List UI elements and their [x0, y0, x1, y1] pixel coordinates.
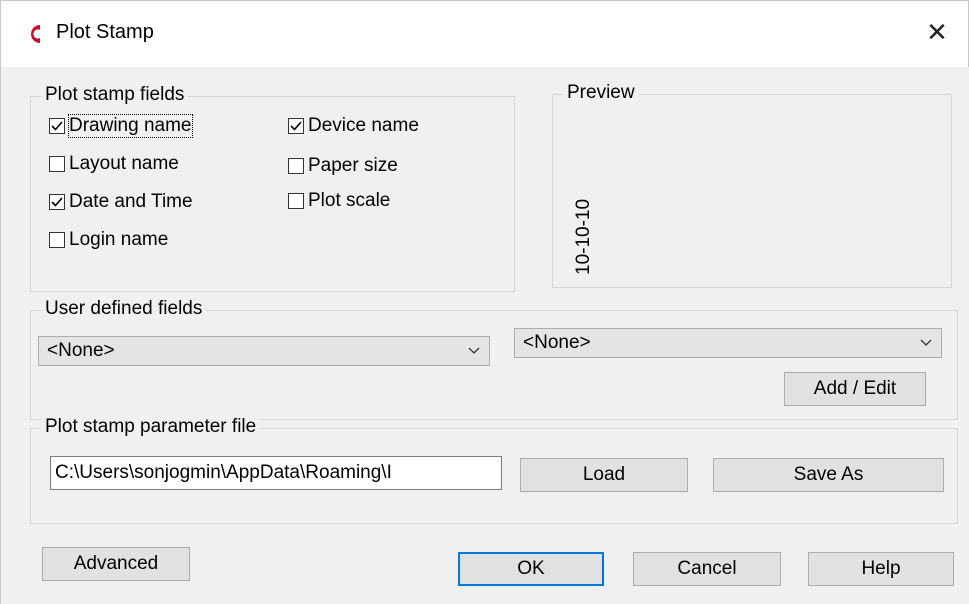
date-time-checkbox[interactable]: Date and Time [49, 190, 193, 214]
drawing-name-label: Drawing name [68, 114, 193, 138]
chevron-down-icon [920, 339, 932, 346]
drawing-name-checkbox[interactable]: Drawing name [49, 114, 193, 138]
advanced-button[interactable]: Advanced [42, 547, 190, 581]
checkbox-box [288, 118, 304, 134]
device-name-checkbox[interactable]: Device name [288, 114, 419, 138]
paper-size-checkbox[interactable]: Paper size [288, 154, 398, 178]
parameter-file-path-input[interactable]: C:\Users\sonjogmin\AppData\Roaming\I [50, 456, 502, 490]
user-field-2-value: <None> [523, 332, 591, 353]
add-edit-label: Add / Edit [813, 378, 897, 399]
window-border [0, 66, 1, 604]
title-bar: Plot Stamp ✕ [0, 0, 969, 67]
cancel-button[interactable]: Cancel [633, 552, 781, 586]
help-label: Help [861, 558, 901, 579]
login-name-checkbox[interactable]: Login name [49, 228, 168, 252]
checkbox-box [49, 118, 65, 134]
paper-size-label: Paper size [308, 155, 398, 176]
user-field-1-value: <None> [47, 340, 115, 361]
checkbox-box [49, 194, 65, 210]
check-icon [290, 121, 302, 131]
preview-sample-text: 10-10-10 [573, 198, 594, 275]
check-icon [51, 197, 63, 207]
checkbox-box [49, 156, 65, 172]
window-title: Plot Stamp [56, 21, 154, 43]
checkbox-box [49, 232, 65, 248]
ok-button[interactable]: OK [458, 552, 604, 586]
device-name-label: Device name [308, 115, 419, 136]
ok-label: OK [517, 558, 545, 579]
close-icon[interactable]: ✕ [920, 15, 954, 49]
user-field-2-select[interactable]: <None> [514, 328, 942, 358]
save-as-button[interactable]: Save As [713, 458, 944, 492]
login-name-label: Login name [69, 229, 169, 250]
add-edit-button[interactable]: Add / Edit [784, 372, 926, 406]
preview-label: Preview [563, 82, 639, 104]
app-logo-icon [31, 25, 40, 43]
parameter-file-label: Plot stamp parameter file [41, 416, 261, 438]
check-icon [51, 121, 63, 131]
date-time-label: Date and Time [69, 191, 193, 212]
user-field-1-select[interactable]: <None> [38, 336, 490, 366]
chevron-down-icon [468, 347, 480, 354]
load-label: Load [582, 464, 626, 485]
parameter-file-path: C:\Users\sonjogmin\AppData\Roaming\I [55, 462, 392, 483]
load-button[interactable]: Load [520, 458, 688, 492]
cancel-label: Cancel [677, 558, 737, 579]
checkbox-box [288, 158, 304, 174]
user-defined-fields-label: User defined fields [41, 298, 207, 320]
plot-scale-checkbox[interactable]: Plot scale [288, 189, 390, 213]
plot-scale-label: Plot scale [308, 190, 391, 211]
plot-stamp-fields-label: Plot stamp fields [41, 84, 189, 106]
save-as-label: Save As [793, 464, 864, 485]
advanced-label: Advanced [73, 553, 159, 574]
help-button[interactable]: Help [808, 552, 954, 586]
layout-name-label: Layout name [69, 153, 179, 174]
layout-name-checkbox[interactable]: Layout name [49, 152, 179, 176]
preview-group: Preview [552, 82, 952, 288]
checkbox-box [288, 193, 304, 209]
